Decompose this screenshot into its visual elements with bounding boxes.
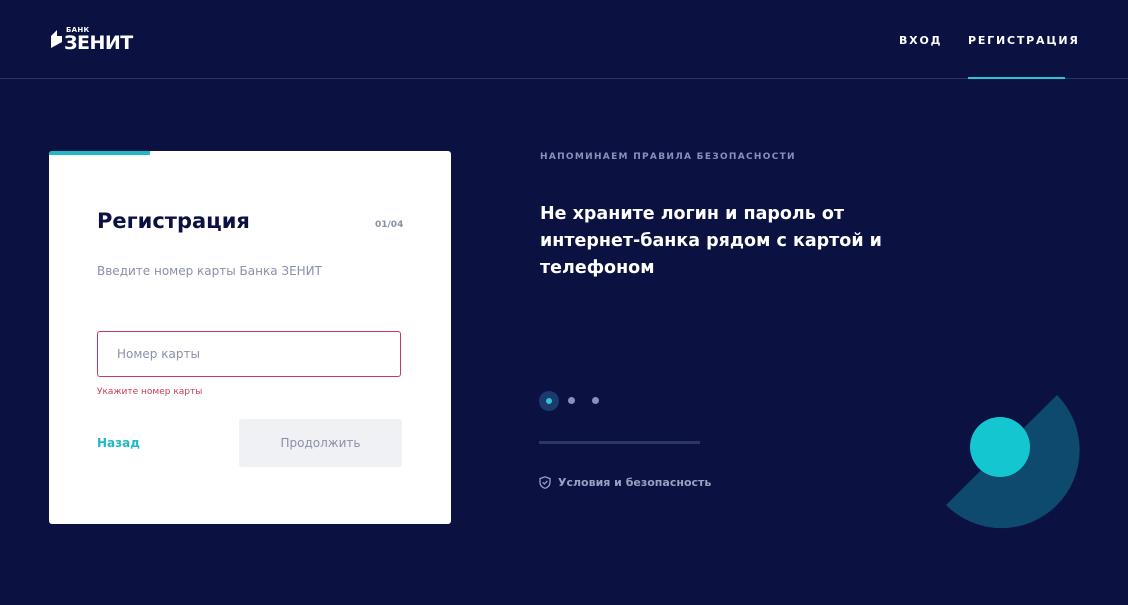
card-number-error: Укажите номер карты	[97, 387, 203, 397]
nav-active-underline	[968, 77, 1065, 79]
card-number-input[interactable]	[97, 331, 401, 377]
step-counter: 01/04	[375, 220, 404, 230]
card-subtitle: Введите номер карты Банка ЗЕНИТ	[97, 264, 322, 278]
logo-big-text: ЗЕНИТ	[64, 32, 133, 54]
shield-check-icon	[539, 476, 551, 489]
terms-label: Условия и безопасность	[558, 476, 712, 489]
step-progress-bar	[49, 151, 150, 155]
security-label: НАПОМИНАЕМ ПРАВИЛА БЕЗОПАСНОСТИ	[540, 152, 796, 162]
decorative-circles-icon	[946, 395, 1080, 529]
side-divider	[539, 441, 700, 444]
nav-login-link[interactable]: ВХОД	[899, 34, 942, 47]
logo-mark-icon	[51, 30, 62, 48]
slider-dot-3[interactable]	[592, 397, 599, 404]
nav-register-link[interactable]: РЕГИСТРАЦИЯ	[968, 34, 1080, 47]
header: БАНК ЗЕНИТ ВХОД РЕГИСТРАЦИЯ	[0, 0, 1128, 79]
security-tip-text: Не храните логин и пароль от интернет-ба…	[540, 204, 882, 278]
bank-logo[interactable]: БАНК ЗЕНИТ	[49, 25, 159, 55]
back-button[interactable]: Назад	[97, 436, 140, 450]
slider-dot-1[interactable]	[539, 391, 559, 411]
card-title: Регистрация	[97, 209, 250, 233]
slider-dot-2[interactable]	[568, 397, 575, 404]
registration-card: Регистрация 01/04 Введите номер карты Ба…	[49, 151, 451, 524]
continue-button[interactable]: Продолжить	[239, 419, 402, 467]
